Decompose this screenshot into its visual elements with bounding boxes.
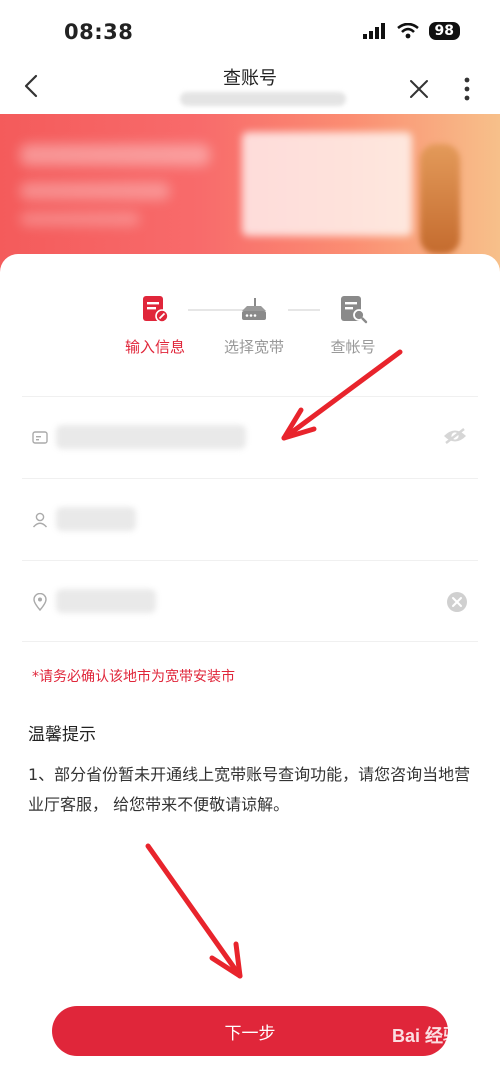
more-icon[interactable] bbox=[458, 76, 476, 102]
nav-bar: 查账号 bbox=[0, 58, 500, 114]
eye-hidden-icon[interactable] bbox=[442, 427, 468, 445]
step-label: 输入信息 bbox=[124, 338, 185, 356]
step-check-account: 查帐号 bbox=[308, 294, 398, 357]
banner-subline-blurred bbox=[20, 182, 170, 200]
user-icon bbox=[32, 512, 48, 528]
form-edit-icon bbox=[143, 296, 169, 323]
tips-body: 1、部分省份暂未开通线上宽带账号查询功能，请您咨询当地营业厅客服， 给您带来不便… bbox=[28, 765, 471, 814]
banner-image-card bbox=[242, 132, 412, 236]
router-icon bbox=[242, 298, 266, 320]
status-icons: 98 bbox=[362, 22, 460, 40]
signal-icon bbox=[362, 23, 385, 39]
baidu-watermark: Bai 经验 bbox=[392, 1026, 462, 1046]
step-input-info: 输入信息 bbox=[110, 294, 200, 357]
close-icon[interactable] bbox=[408, 78, 430, 100]
step-indicator: 输入信息 选择宽带 查帐号 bbox=[0, 294, 500, 364]
document-search-icon bbox=[341, 296, 368, 324]
clear-icon[interactable] bbox=[446, 591, 468, 613]
status-bar: 08:38 98 bbox=[0, 0, 500, 62]
city-value-blurred[interactable] bbox=[56, 589, 156, 613]
name-field[interactable] bbox=[22, 478, 478, 560]
id-number-value-blurred[interactable] bbox=[56, 425, 246, 449]
location-pin-icon bbox=[33, 593, 47, 611]
tips-title: 温馨提示 bbox=[28, 725, 96, 745]
step-select-broadband: 选择宽带 bbox=[209, 294, 299, 357]
step-label: 选择宽带 bbox=[223, 338, 284, 356]
id-card-icon bbox=[32, 431, 48, 444]
city-field[interactable] bbox=[22, 560, 478, 642]
main-card: 输入信息 选择宽带 查帐号 *请务必确认该地市为宽带安装市 温馨提示 1、部分省… bbox=[0, 254, 500, 1084]
name-value-blurred[interactable] bbox=[56, 507, 136, 531]
step-label: 查帐号 bbox=[330, 338, 376, 356]
page-subtitle-blurred bbox=[180, 92, 346, 106]
battery-indicator: 98 bbox=[428, 22, 460, 40]
account-query-form bbox=[22, 396, 478, 642]
banner-headline-blurred bbox=[20, 144, 210, 166]
install-city-warning: *请务必确认该地市为宽带安装市 bbox=[32, 669, 235, 685]
banner-caption-blurred bbox=[20, 212, 140, 226]
wifi-icon bbox=[396, 23, 419, 39]
status-time: 08:38 bbox=[64, 20, 134, 44]
banner-figure-image bbox=[420, 144, 460, 254]
id-number-field[interactable] bbox=[22, 396, 478, 478]
next-step-button[interactable]: 下一步 bbox=[52, 1006, 448, 1056]
